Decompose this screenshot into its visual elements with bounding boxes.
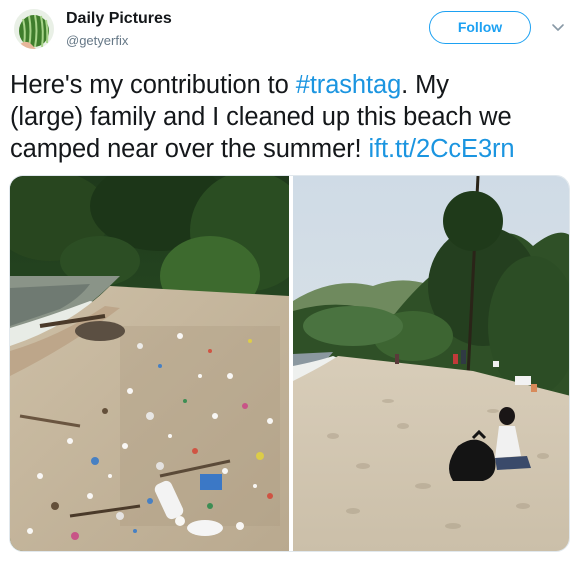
hashtag-link[interactable]: #trashtag — [296, 71, 402, 99]
tweet-text-segment: camped near over the summer! — [10, 135, 369, 163]
tweet-line-1: Here's my contribution to #trashtag. My — [10, 69, 572, 101]
tweet-line-3: camped near over the summer! ift.tt/2CcE… — [10, 133, 572, 165]
tweet-text-segment: . My — [401, 71, 449, 99]
url-link[interactable]: ift.tt/2CcE3rn — [369, 135, 515, 163]
clean-beach-image — [293, 176, 569, 551]
photo-after[interactable] — [293, 176, 569, 551]
beach-trash-image — [10, 176, 289, 551]
avatar[interactable] — [14, 9, 54, 49]
watermelon-icon — [14, 9, 54, 49]
tweet-header: Daily Pictures @getyerfix Follow — [0, 0, 579, 64]
media-grid — [9, 175, 570, 552]
author-display-name[interactable]: Daily Pictures — [66, 10, 172, 28]
chevron-down-icon — [552, 24, 564, 31]
tweet-text-segment: Here's my contribution to — [10, 71, 296, 99]
follow-button[interactable]: Follow — [429, 11, 531, 44]
tweet-text: Here's my contribution to #trashtag. My … — [10, 69, 572, 165]
photo-before[interactable] — [10, 176, 289, 551]
author-handle[interactable]: @getyerfix — [66, 33, 128, 48]
more-options-button[interactable] — [551, 23, 565, 33]
tweet-line-2: (large) family and I cleaned up this bea… — [10, 103, 512, 131]
